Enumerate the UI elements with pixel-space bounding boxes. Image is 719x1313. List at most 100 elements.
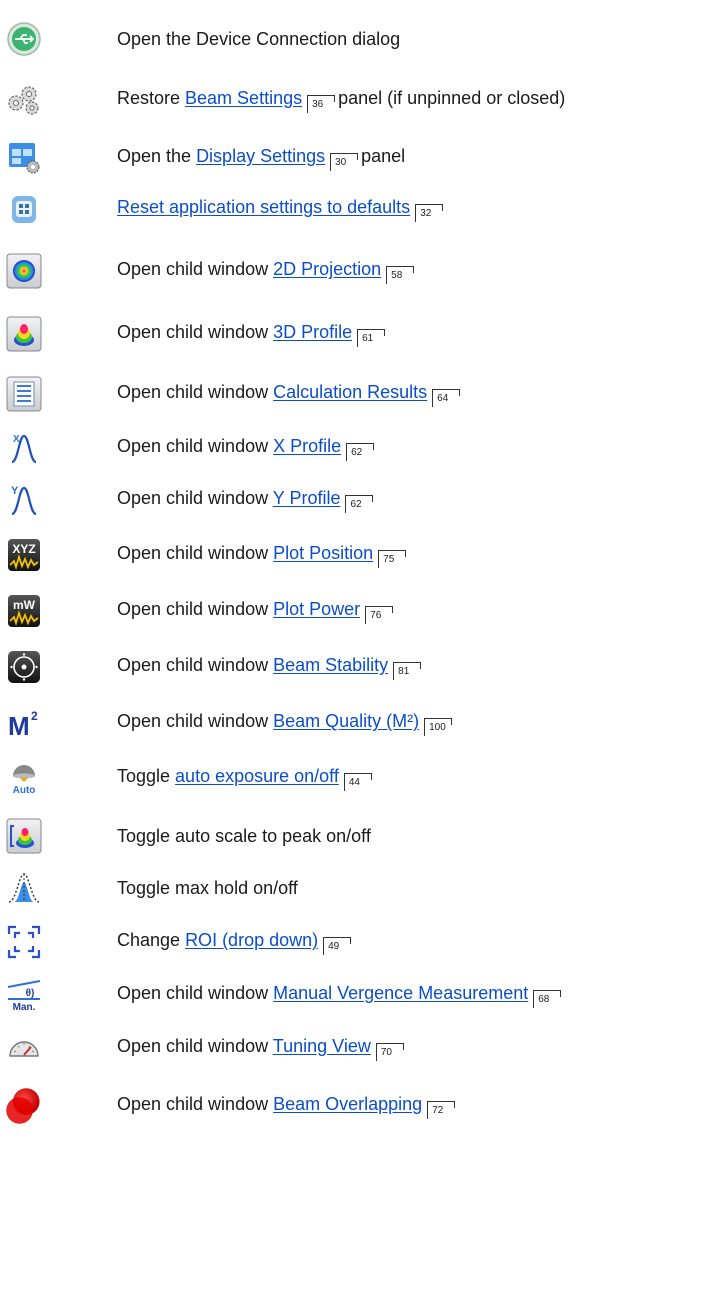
page-reference[interactable]: 49 [323, 937, 351, 955]
row-prefix-text: Open child window [117, 322, 274, 342]
plot-position-icon[interactable]: XYZ [6, 537, 42, 573]
beam-overlapping-icon[interactable] [4, 1086, 44, 1126]
row-prefix-text: Open child window [117, 711, 274, 731]
beam-stability-icon[interactable] [6, 649, 42, 685]
y-profile-link[interactable]: Y Profile [273, 488, 341, 508]
manual-vergence-icon[interactable]: θ) Man. [6, 977, 42, 1013]
page-reference[interactable]: 44 [343, 773, 371, 791]
auto-exposure-icon[interactable]: Auto [6, 760, 42, 796]
row-text: Open child window 2D Projection 58 [117, 258, 417, 284]
list-item: Open child window Beam Overlapping 72 [0, 1082, 719, 1130]
m2-icon-letter: M [8, 711, 30, 741]
auto-exposure-link[interactable]: auto exposure on/off [175, 766, 339, 786]
page-reference[interactable]: 75 [378, 550, 406, 568]
beam-overlapping-link[interactable]: Beam Overlapping [273, 1094, 422, 1114]
y-profile-icon[interactable]: Y [6, 482, 42, 518]
list-item: X Open child window X Profile 62 [0, 424, 719, 472]
tuning-view-icon[interactable] [6, 1030, 42, 1066]
page-reference[interactable]: 36 [307, 95, 335, 113]
calculation-results-icon[interactable] [6, 376, 42, 412]
page-reference[interactable]: 68 [533, 990, 561, 1008]
beam-quality-m2-icon[interactable]: M 2 [6, 705, 42, 741]
auto-icon-label: Auto [13, 785, 36, 796]
tuning-view-link[interactable]: Tuning View [273, 1036, 371, 1056]
row-text: Open child window Plot Position 75 [117, 542, 409, 568]
list-item: Open the Display Settings 30 panel [0, 134, 719, 182]
list-item: Open child window Beam Stability 81 [0, 643, 719, 691]
page-reference[interactable]: 58 [386, 266, 414, 284]
row-text: Reset application settings to defaults 32 [117, 196, 446, 222]
row-suffix-text: panel (if unpinned or closed) [338, 88, 566, 108]
row-prefix-text: Open child window [117, 1094, 274, 1114]
row-prefix-text: Open child window [117, 983, 274, 1003]
row-prefix-text: Toggle max hold on/off [117, 878, 298, 898]
2d-projection-link[interactable]: 2D Projection [273, 259, 381, 279]
page-reference[interactable]: 62 [345, 495, 373, 513]
list-item: Change ROI (drop down) 49 [0, 918, 719, 966]
list-item: Toggle max hold on/off [0, 864, 719, 912]
calculation-results-link[interactable]: Calculation Results [273, 382, 427, 402]
row-prefix-text: Change [117, 930, 186, 950]
reset-settings-icon[interactable] [6, 191, 42, 227]
list-item: Open child window Tuning View 70 [0, 1024, 719, 1072]
roi-icon[interactable] [6, 924, 42, 960]
display-settings-link[interactable]: Display Settings [196, 146, 325, 166]
page-reference[interactable]: 61 [357, 329, 385, 347]
row-text: Open the Device Connection dialog [117, 28, 400, 50]
3d-profile-icon[interactable] [6, 316, 42, 352]
plot-position-link[interactable]: Plot Position [273, 543, 373, 563]
x-profile-icon[interactable]: X [6, 430, 42, 466]
row-text: Change ROI (drop down) 49 [117, 929, 354, 955]
x-profile-link[interactable]: X Profile [273, 436, 341, 456]
vergence-icon-label: Man. [13, 1002, 36, 1013]
row-prefix-text: Toggle auto scale to peak on/off [117, 826, 371, 846]
page-reference[interactable]: 81 [393, 662, 421, 680]
row-text: Open child window Y Profile 62 [117, 487, 376, 513]
y-profile-icon-letter: Y [11, 485, 19, 497]
row-suffix-text: panel [361, 146, 406, 166]
gears-icon[interactable] [6, 82, 42, 118]
list-item: Open child window 2D Projection 58 [0, 247, 719, 295]
row-prefix-text: Open child window [117, 259, 274, 279]
2d-projection-icon[interactable] [6, 253, 42, 289]
list-item: Toggle auto scale to peak on/off [0, 812, 719, 860]
row-text: Toggle max hold on/off [117, 877, 298, 899]
row-prefix-text: Open the [117, 146, 197, 166]
vergence-icon-angle: θ) [26, 988, 35, 999]
plot-power-icon[interactable]: mW [6, 593, 42, 629]
list-item: Open child window Calculation Results 64 [0, 370, 719, 418]
page-reference[interactable]: 64 [432, 389, 460, 407]
page-reference[interactable]: 70 [375, 1043, 403, 1061]
row-prefix-text: Open child window [117, 382, 274, 402]
page-reference[interactable]: 72 [427, 1101, 455, 1119]
auto-scale-peak-icon[interactable] [6, 818, 42, 854]
display-settings-icon[interactable] [6, 140, 42, 176]
beam-stability-link[interactable]: Beam Stability [273, 655, 388, 675]
page-reference[interactable]: 62 [346, 443, 374, 461]
row-prefix-text: Restore [117, 88, 186, 108]
reset-settings-link[interactable]: Reset application settings to defaults [117, 197, 410, 217]
page-reference[interactable]: 32 [415, 204, 443, 222]
beam-settings-link[interactable]: Beam Settings [185, 88, 302, 108]
list-item: Reset application settings to defaults 32 [0, 185, 719, 233]
list-item: XYZ Open child window Plot Position 75 [0, 531, 719, 579]
page-reference[interactable]: 100 [424, 718, 452, 736]
row-text: Open child window Tuning View 70 [117, 1035, 407, 1061]
page-reference[interactable]: 30 [330, 153, 358, 171]
manual-vergence-link[interactable]: Manual Vergence Measurement [273, 983, 528, 1003]
plot-power-link[interactable]: Plot Power [273, 599, 360, 619]
page-reference[interactable]: 76 [365, 606, 393, 624]
max-hold-icon[interactable] [6, 870, 42, 906]
row-prefix-text: Open child window [117, 655, 274, 675]
beam-quality-link[interactable]: Beam Quality (M²) [273, 711, 419, 731]
row-text: Toggle auto scale to peak on/off [117, 825, 371, 847]
roi-link[interactable]: ROI (drop down) [185, 930, 318, 950]
row-prefix-text: Toggle [117, 766, 176, 786]
list-item: mW Open child window Plot Power 76 [0, 587, 719, 635]
row-text: Open child window Beam Overlapping 72 [117, 1093, 458, 1119]
row-prefix-text: Open child window [117, 436, 274, 456]
list-item: Restore Beam Settings 36 panel (if unpinne… [0, 76, 719, 124]
3d-profile-link[interactable]: 3D Profile [273, 322, 352, 342]
usb-connection-icon[interactable] [6, 21, 42, 57]
row-text: Restore Beam Settings 36 panel (if unpinne… [117, 87, 565, 113]
